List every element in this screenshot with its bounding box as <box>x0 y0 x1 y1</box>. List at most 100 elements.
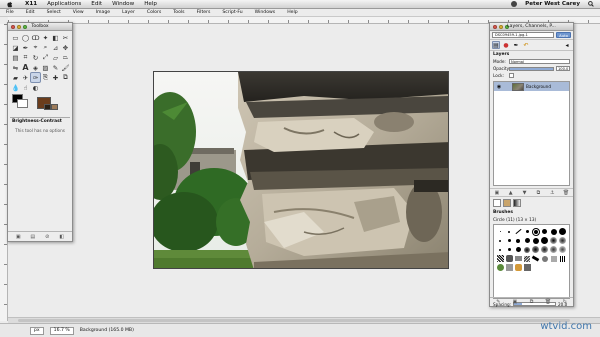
reset-options-icon[interactable]: ◧ <box>58 234 65 240</box>
color-picker-tool-icon[interactable]: ⌖ <box>31 43 40 52</box>
smudge-tool-icon[interactable]: ☝ <box>21 83 30 92</box>
volume-icon[interactable] <box>511 1 518 7</box>
blur-tool-icon[interactable]: 💧 <box>11 83 20 92</box>
image-menu-view[interactable]: View <box>73 10 84 15</box>
brush-texture[interactable] <box>550 255 557 262</box>
image-menu-colors[interactable]: Colors <box>147 10 161 15</box>
duplicate-brush-icon[interactable]: ⧉ <box>528 299 535 305</box>
rotate-tool-icon[interactable]: ↻ <box>31 53 40 62</box>
menubar-app-name[interactable]: X11 <box>25 1 37 7</box>
pencil-tool-icon[interactable]: ✎ <box>51 63 60 72</box>
paths-tool-icon[interactable]: ✒ <box>21 43 30 52</box>
gradients-tab-icon[interactable] <box>513 199 521 207</box>
brush-dot[interactable] <box>524 238 530 243</box>
gradient-preview-icon[interactable] <box>51 104 58 110</box>
brush-dot[interactable] <box>508 230 511 233</box>
brush-dot[interactable] <box>525 230 529 233</box>
refresh-brushes-icon[interactable]: ↻ <box>561 299 568 305</box>
brush-dot[interactable] <box>499 239 502 242</box>
free-select-tool-icon[interactable]: ↀ <box>31 33 40 42</box>
image-menu-layer[interactable]: Layer <box>122 10 135 15</box>
toolbox-titlebar[interactable]: Toolbox <box>8 23 72 31</box>
text-tool-icon[interactable]: A <box>21 63 30 72</box>
chain-icon[interactable] <box>504 84 510 90</box>
image-menu-script-fu[interactable]: Script-Fu <box>222 10 242 15</box>
lock-alpha-checkbox[interactable] <box>509 73 514 78</box>
minimize-button[interactable] <box>17 24 21 29</box>
new-layer-icon[interactable]: ▣ <box>493 190 500 196</box>
brush-texture[interactable] <box>523 264 531 271</box>
perspective-tool-icon[interactable]: ⏢ <box>61 53 70 62</box>
brush-dot[interactable] <box>524 246 531 253</box>
image-canvas[interactable] <box>153 71 449 269</box>
menu-edit[interactable]: Edit <box>91 1 102 7</box>
foreground-select-tool-icon[interactable]: ◪ <box>11 43 20 52</box>
layer-name[interactable]: Background <box>526 84 551 89</box>
patterns-tab-icon[interactable] <box>503 199 511 207</box>
align-tool-icon[interactable]: ▤ <box>11 53 20 62</box>
menubar-user[interactable]: Peter West Carey <box>525 1 580 7</box>
rect-select-tool-icon[interactable]: ▭ <box>11 33 20 42</box>
scale-tool-icon[interactable]: ⤢ <box>41 53 50 62</box>
brush-dot[interactable] <box>516 238 521 243</box>
brush-dot[interactable] <box>541 246 549 253</box>
image-menu-tools[interactable]: Tools <box>173 10 184 15</box>
brush-dot[interactable] <box>542 229 548 234</box>
image-select-combo[interactable]: DSC09459-1.jpg-1 <box>492 32 555 38</box>
delete-layer-icon[interactable]: 🗑 <box>563 190 570 196</box>
background-color-swatch[interactable] <box>17 99 28 108</box>
duplicate-layer-icon[interactable]: ⧉ <box>535 190 542 196</box>
brush-texture[interactable] <box>505 255 513 262</box>
eraser-tool-icon[interactable]: ▰ <box>11 73 20 82</box>
brush-dot[interactable] <box>507 239 511 242</box>
flip-tool-icon[interactable]: ⇋ <box>11 63 20 72</box>
dock-minimize-button[interactable] <box>499 24 503 29</box>
image-menu-filters[interactable]: Filters <box>197 10 211 15</box>
brush-dot[interactable] <box>532 246 540 253</box>
apple-icon[interactable] <box>6 1 13 8</box>
anchor-layer-icon[interactable]: ⚓ <box>549 190 556 196</box>
brush-dot[interactable] <box>531 227 540 236</box>
opacity-value[interactable]: 100.0 <box>556 66 570 71</box>
brush-dot[interactable] <box>559 228 567 235</box>
eye-icon[interactable]: ◉ <box>496 84 502 90</box>
brush-dot[interactable] <box>541 237 549 244</box>
dock-titlebar[interactable]: Layers, Channels, P... <box>490 23 573 31</box>
delete-brush-icon[interactable]: 🗑 <box>545 299 552 305</box>
brush-texture[interactable] <box>559 255 566 262</box>
menu-window[interactable]: Window <box>112 1 134 7</box>
brush-dot[interactable] <box>550 228 557 235</box>
image-menu-file[interactable]: File <box>6 10 14 15</box>
unit-select[interactable]: px <box>30 326 44 335</box>
edit-brush-icon[interactable]: ✎ <box>495 299 502 305</box>
brush-dot[interactable] <box>550 237 558 244</box>
new-brush-icon[interactable]: ▣ <box>511 299 518 305</box>
paths-tab-icon[interactable]: ✒ <box>512 41 520 49</box>
raise-layer-icon[interactable]: ▲ <box>507 190 514 196</box>
crop-tool-icon[interactable]: ⌗ <box>21 53 30 62</box>
brush-texture[interactable] <box>514 256 522 261</box>
brush-dot[interactable] <box>559 237 567 244</box>
shear-tool-icon[interactable]: ▱ <box>51 53 60 62</box>
scissors-tool-icon[interactable]: ✂ <box>61 33 70 42</box>
layers-tab-icon[interactable]: ▤ <box>492 41 500 49</box>
brush-texture[interactable] <box>532 255 540 262</box>
image-menu-help[interactable]: Help <box>287 10 297 15</box>
heal-tool-icon[interactable]: ✚ <box>51 73 60 82</box>
brush-texture[interactable] <box>505 264 513 271</box>
save-options-icon[interactable]: ▣ <box>15 234 22 240</box>
dodge-burn-tool-icon[interactable]: ◐ <box>31 83 40 92</box>
paintbrush-tool-icon[interactable]: 🖌 <box>61 63 70 72</box>
lower-layer-icon[interactable]: ▼ <box>521 190 528 196</box>
brush-texture[interactable] <box>496 264 504 271</box>
brush-dot[interactable] <box>550 246 558 253</box>
brush-grid[interactable] <box>493 224 570 299</box>
layer-row-background[interactable]: ◉ Background <box>494 82 569 91</box>
tab-menu-icon[interactable]: ◂ <box>563 41 571 49</box>
pattern-preview-icon[interactable] <box>44 104 51 110</box>
delete-options-icon[interactable]: ⊘ <box>44 234 51 240</box>
blend-tool-icon[interactable]: ▨ <box>41 63 50 72</box>
brush-texture[interactable] <box>524 255 531 262</box>
close-button[interactable] <box>11 24 15 29</box>
dock-zoom-button[interactable] <box>505 24 509 29</box>
